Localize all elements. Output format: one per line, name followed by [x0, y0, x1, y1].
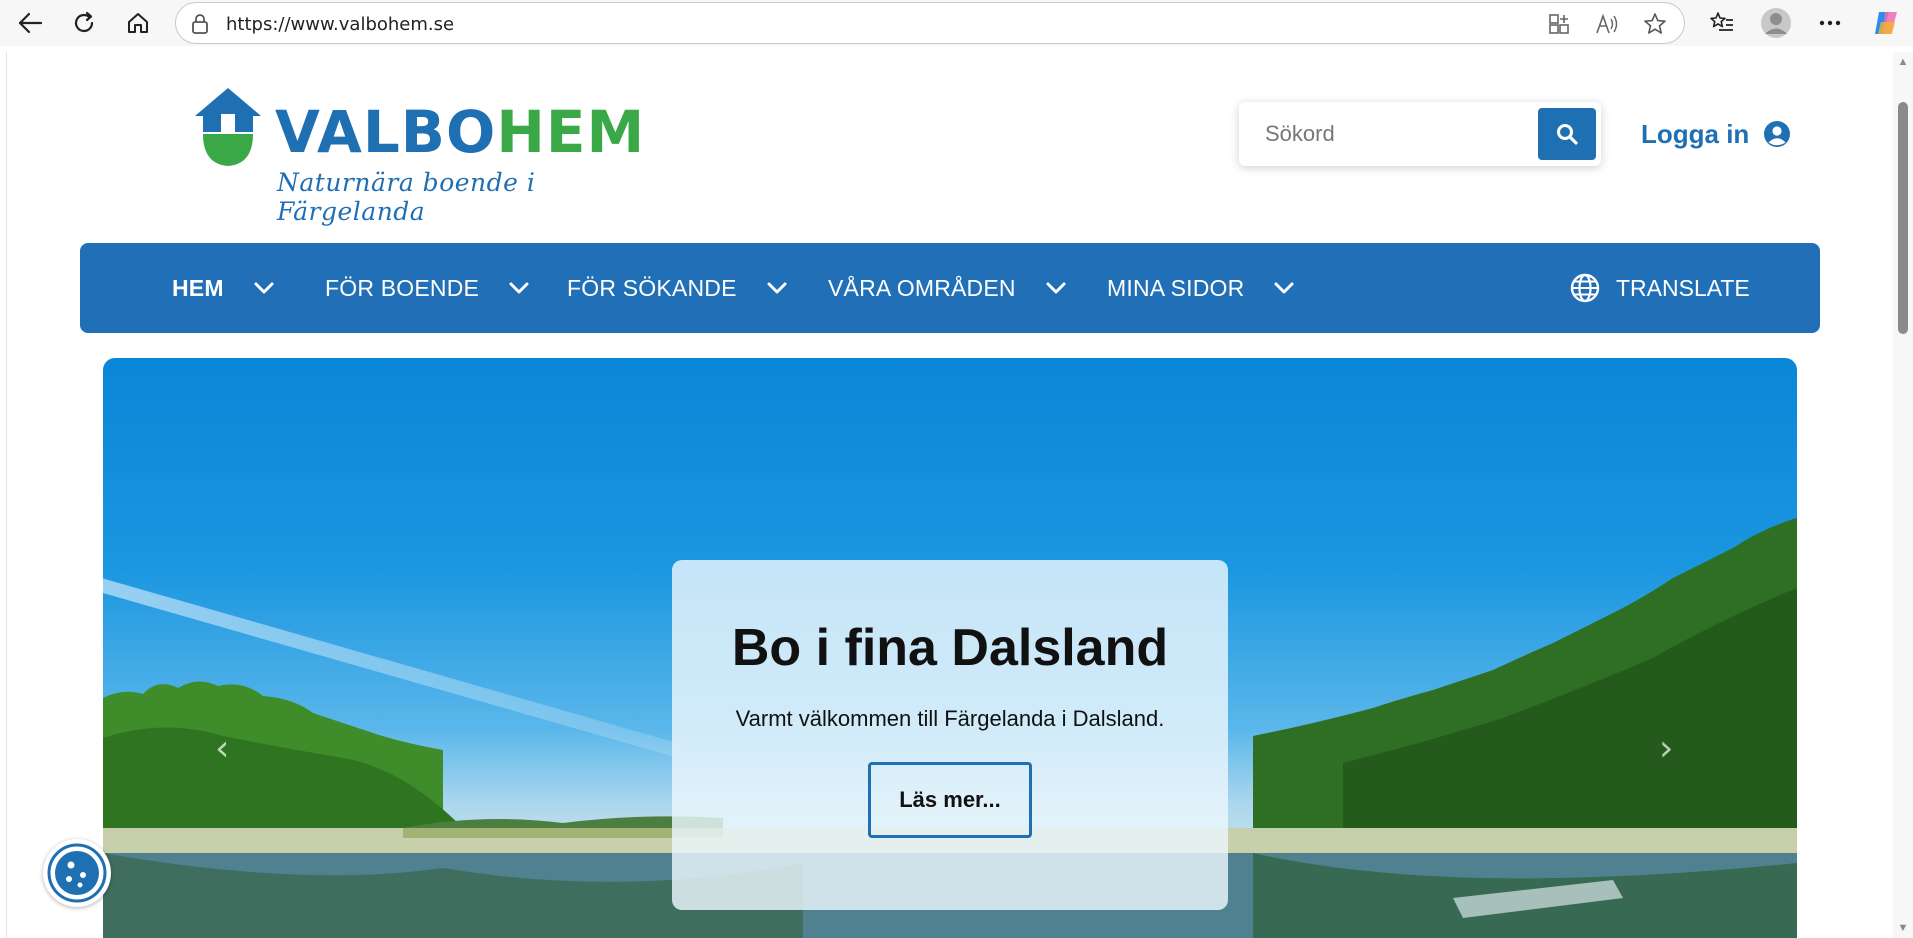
more-icon[interactable] [1812, 5, 1848, 41]
cookie-settings-button[interactable] [43, 839, 111, 907]
address-bar[interactable]: https://www.valbohem.se [175, 2, 1685, 44]
scroll-up-arrow-icon[interactable]: ▲ [1897, 56, 1909, 68]
house-logo-icon [195, 88, 261, 166]
search-button[interactable] [1538, 108, 1596, 160]
browser-toolbar: https://www.valbohem.se [0, 0, 1913, 46]
profile-icon[interactable] [1758, 5, 1794, 41]
nav-label: FÖR BOENDE [325, 274, 480, 301]
nav-label: FÖR SÖKANDE [567, 274, 737, 301]
nav-label: HEM [172, 274, 224, 301]
translate-button[interactable]: TRANSLATE [1570, 243, 1750, 333]
read-more-button[interactable]: Läs mer... [868, 762, 1032, 838]
chevron-down-icon[interactable] [509, 281, 529, 295]
favorites-list-icon[interactable] [1704, 5, 1740, 41]
logo-tagline: Naturnära boende i Färgelanda [277, 168, 536, 226]
scroll-down-arrow-icon[interactable]: ▼ [1897, 922, 1909, 934]
nav-item-for-sokande[interactable]: FÖR SÖKANDE [567, 243, 787, 333]
read-aloud-icon[interactable] [1594, 11, 1620, 37]
url-text[interactable]: https://www.valbohem.se [226, 14, 454, 35]
copilot-icon[interactable] [1868, 5, 1904, 41]
main-navigation: HEM FÖR BOENDE FÖR SÖKANDE VÅRA OMRÅDEN … [80, 243, 1820, 333]
nav-label: MINA SIDOR [1107, 274, 1245, 301]
search-box [1239, 102, 1601, 166]
globe-icon [1570, 273, 1600, 303]
hero-card: Bo i fina Dalsland Varmt välkommen till … [672, 560, 1228, 910]
chevron-down-icon[interactable] [1046, 281, 1066, 295]
user-icon [1764, 121, 1791, 147]
home-icon[interactable] [120, 5, 156, 41]
back-icon[interactable] [12, 5, 48, 41]
hero-subtitle: Varmt välkommen till Färgelanda i Dalsla… [735, 706, 1165, 731]
valbohem-logo[interactable]: VALBOHEM Naturnära boende i Färgelanda [193, 86, 644, 226]
web-page: VALBOHEM Naturnära boende i Färgelanda L… [6, 52, 1893, 938]
favorite-star-icon[interactable] [1642, 11, 1668, 37]
login-link[interactable]: Logga in [1641, 116, 1791, 152]
chevron-down-icon[interactable] [254, 281, 274, 295]
refresh-icon[interactable] [66, 5, 102, 41]
nav-item-for-boende[interactable]: FÖR BOENDE [325, 243, 529, 333]
hero-title: Bo i fina Dalsland [731, 619, 1169, 677]
scroll-thumb[interactable] [1898, 102, 1908, 334]
slider-prev-arrow-icon[interactable]: ‹ [215, 728, 245, 769]
nav-label: VÅRA OMRÅDEN [828, 274, 1016, 301]
page-scrollbar[interactable]: ▲ ▼ [1893, 52, 1913, 938]
chevron-down-icon[interactable] [767, 281, 787, 295]
cookie-icon [47, 843, 107, 903]
logo-wordmark: VALBOHEM [275, 102, 645, 162]
logo-word-hem: HEM [496, 98, 646, 166]
lock-icon[interactable] [187, 11, 213, 37]
login-label: Logga in [1641, 118, 1750, 149]
nav-item-hem[interactable]: HEM [172, 243, 274, 333]
search-icon [1557, 124, 1578, 145]
search-input[interactable] [1253, 112, 1515, 156]
nav-item-vara-omraden[interactable]: VÅRA OMRÅDEN [828, 243, 1066, 333]
hero-slider: ‹ › Bo i fina Dalsland Varmt välkommen t… [103, 358, 1797, 938]
slider-next-arrow-icon[interactable]: › [1659, 728, 1689, 769]
translate-label: TRANSLATE [1616, 274, 1750, 301]
app-grid-icon[interactable] [1546, 11, 1572, 37]
nav-item-mina-sidor[interactable]: MINA SIDOR [1107, 243, 1294, 333]
logo-word-valbo: VALBO [275, 98, 497, 166]
chevron-down-icon[interactable] [1274, 281, 1294, 295]
